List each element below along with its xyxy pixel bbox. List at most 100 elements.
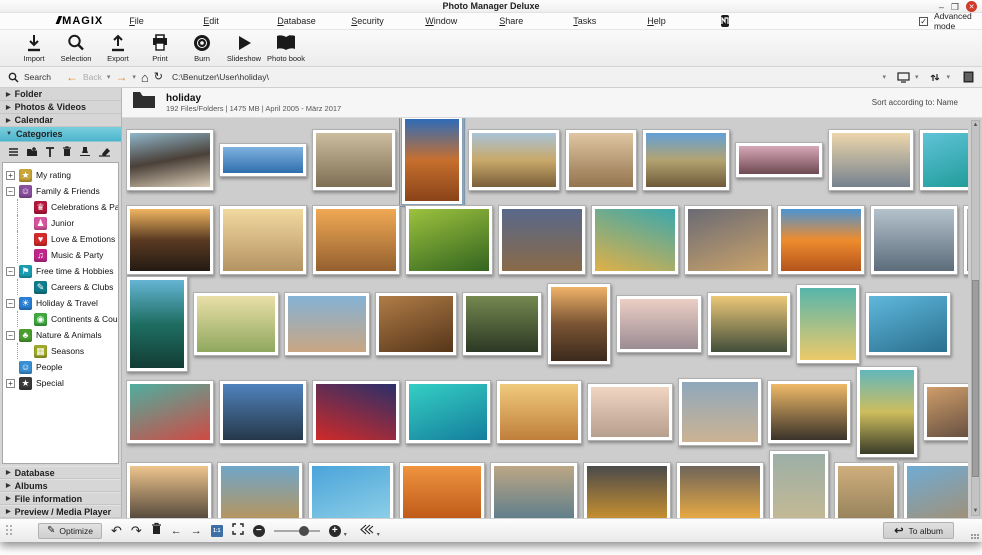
photo-thumbnail[interactable] (498, 205, 586, 275)
tree-expander-icon[interactable]: + (6, 171, 15, 180)
photo-thumbnail[interactable] (777, 205, 865, 275)
photo-thumbnail[interactable] (126, 129, 214, 191)
delete-category-icon[interactable] (62, 146, 72, 157)
search-icon[interactable] (8, 72, 19, 83)
export-button[interactable]: Export (98, 33, 138, 63)
sidebar-item-categories[interactable]: ▼ Categories (0, 127, 121, 142)
photo-thumbnail[interactable] (126, 462, 212, 518)
photo-thumbnail[interactable] (828, 129, 914, 191)
category-people[interactable]: ☺People (3, 359, 118, 375)
import-button[interactable]: Import (14, 33, 54, 63)
selection-button[interactable]: Selection (56, 33, 96, 63)
stamp-icon[interactable] (79, 146, 91, 157)
photo-thumbnail[interactable] (870, 205, 958, 275)
photo-thumbnail[interactable] (468, 129, 560, 191)
sidebar-item-database[interactable]: ▶Database (0, 466, 121, 479)
sidebar-item-file-information[interactable]: ▶File information (0, 492, 121, 505)
photo-thumbnail[interactable] (676, 462, 764, 518)
category-free-time-hobbies[interactable]: −⚑Free time & Hobbies (3, 263, 118, 279)
text-label-icon[interactable] (45, 147, 55, 157)
sort-selector[interactable]: Sort according to: Name (872, 98, 972, 107)
photo-thumbnail[interactable] (490, 462, 578, 518)
sort-order-dropdown-icon[interactable]: ▾ (946, 73, 950, 81)
rotate-left-button[interactable]: ↶ (111, 524, 122, 538)
print-button[interactable]: Print (140, 33, 180, 63)
restore-button[interactable]: ❐ (951, 2, 959, 12)
search-label[interactable]: Search (24, 72, 51, 82)
photo-thumbnail[interactable] (126, 380, 214, 444)
vertical-scrollbar[interactable]: ▲ ▼ (971, 120, 980, 516)
photo-thumbnail[interactable] (375, 292, 457, 356)
menu-item-edit[interactable]: Edit (203, 14, 277, 28)
menu-item-help[interactable]: Help (647, 14, 721, 28)
current-path-field[interactable]: C:\Benutzer\User\holiday\ (172, 72, 269, 82)
photo-thumbnail[interactable] (923, 383, 968, 441)
category-continents-countries[interactable]: ◉Continents & Countries (17, 311, 118, 327)
photo-thumbnail[interactable] (312, 129, 396, 191)
photo-thumbnail[interactable] (405, 205, 493, 275)
sidebar-item-calendar[interactable]: ▶Calendar (0, 114, 121, 127)
category-my-rating[interactable]: +★My rating (3, 167, 118, 183)
category-holiday-travel[interactable]: −☀Holiday & Travel (3, 295, 118, 311)
list-view-icon[interactable] (963, 71, 974, 83)
menu-item-file[interactable]: File (129, 14, 203, 28)
photo-thumbnail[interactable] (769, 450, 829, 518)
photo-thumbnail[interactable] (217, 462, 303, 518)
category-family-friends[interactable]: −☺Family & Friends (3, 183, 118, 199)
category-celebrations-parties[interactable]: ♛Celebrations & Parties (17, 199, 118, 215)
photo-thumbnail[interactable] (796, 284, 860, 364)
photo-thumbnail[interactable] (126, 276, 188, 372)
close-button[interactable]: ✕ (966, 1, 977, 12)
photo-thumbnail[interactable] (587, 383, 673, 441)
compare-dropdown-icon[interactable]: ▾ (377, 531, 380, 538)
new-category-icon[interactable] (26, 146, 38, 157)
photo-thumbnail[interactable] (616, 295, 702, 353)
display-mode-dropdown-icon[interactable]: ▾ (915, 73, 919, 81)
photo-thumbnail[interactable] (399, 462, 485, 518)
zoom-slider[interactable] (274, 530, 320, 532)
tree-expander-icon[interactable]: − (6, 187, 15, 196)
optimize-button[interactable]: ✎ Optimize (38, 523, 102, 539)
category-nature-animals[interactable]: −♣Nature & Animals (3, 327, 118, 343)
photo-thumbnail[interactable] (678, 378, 762, 446)
scroll-down-icon[interactable]: ▼ (973, 507, 979, 515)
zoom-out-button[interactable]: − (253, 525, 265, 537)
drag-grip-icon[interactable] (6, 525, 13, 536)
back-button[interactable]: ← (66, 72, 78, 82)
path-dropdown-icon[interactable]: ▾ (882, 73, 886, 81)
category-special[interactable]: +★Special (3, 375, 118, 391)
fit-to-screen-button[interactable] (232, 522, 244, 540)
window-resize-grip[interactable] (971, 534, 980, 540)
photo-thumbnail[interactable] (308, 462, 394, 518)
advanced-mode-toggle[interactable]: ✓ Advanced mode (919, 11, 972, 31)
display-mode-icon[interactable] (897, 72, 910, 83)
menu-item-window[interactable]: Window (425, 14, 499, 28)
menu-item-share[interactable]: Share (499, 14, 573, 28)
sidebar-item-folder[interactable]: ▶Folder (0, 88, 121, 101)
next-image-button[interactable]: → (191, 524, 202, 538)
photo-thumbnail[interactable] (219, 205, 307, 275)
photo-thumbnail[interactable] (219, 380, 307, 444)
scroll-up-icon[interactable]: ▲ (973, 121, 979, 129)
category-music-party[interactable]: ♫Music & Party (17, 247, 118, 263)
photo-thumbnail[interactable] (707, 292, 791, 356)
sidebar-item-albums[interactable]: ▶Albums (0, 479, 121, 492)
photo-thumbnail[interactable] (219, 143, 307, 177)
to-album-button[interactable]: ↩ To album (883, 522, 954, 539)
refresh-icon[interactable]: ↻ (154, 72, 163, 83)
photo-thumbnail[interactable] (642, 129, 730, 191)
photo-thumbnail[interactable] (856, 366, 918, 458)
previous-image-button[interactable]: ← (171, 524, 182, 538)
forward-history-dropdown-icon[interactable]: ▾ (132, 73, 136, 81)
photo-thumbnail[interactable] (834, 462, 898, 518)
list-menu-icon[interactable] (8, 147, 19, 157)
advanced-mode-checkbox[interactable]: ✓ (919, 17, 928, 26)
back-history-dropdown-icon[interactable]: ▾ (107, 73, 111, 81)
slideshow-button[interactable]: Slideshow (224, 33, 264, 63)
forward-button[interactable]: → (115, 72, 127, 82)
photo-thumbnail[interactable] (405, 380, 491, 444)
sidebar-item-preview-media-player[interactable]: ▶Preview / Media Player (0, 505, 121, 518)
photo-thumbnail[interactable] (903, 462, 968, 518)
menu-item-tasks[interactable]: Tasks (573, 14, 647, 28)
category-junior[interactable]: ♟Junior (17, 215, 118, 231)
